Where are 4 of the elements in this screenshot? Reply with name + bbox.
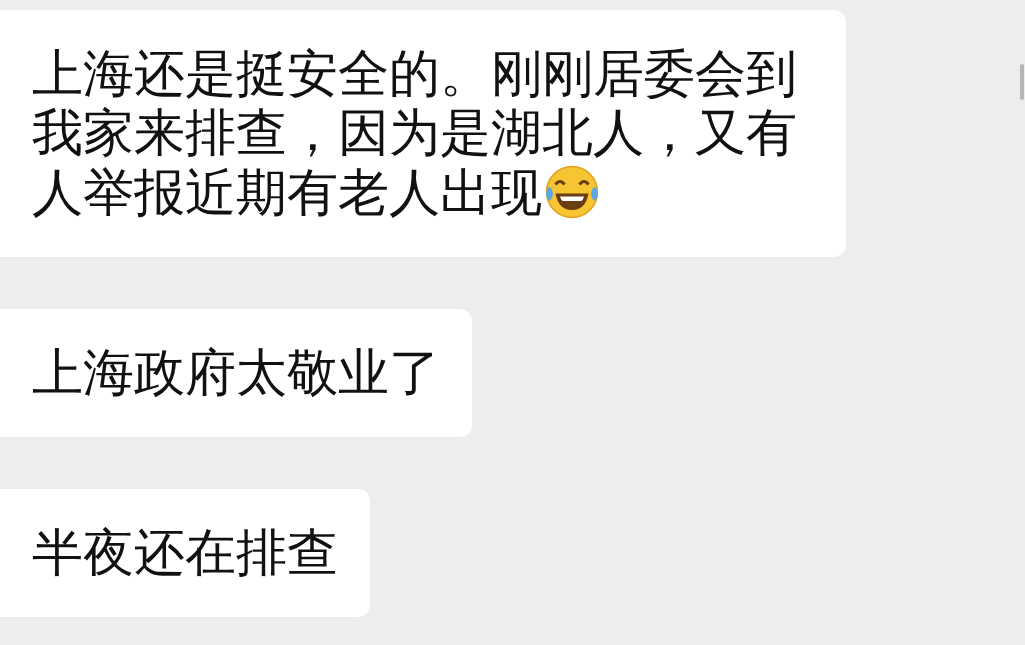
message-text: 上海政府太敬业了 — [32, 343, 440, 402]
message-text: 上海还是挺安全的。刚刚居委会到我家来排查，因为是湖北人，又有人举报近期有老人出现 — [32, 44, 797, 222]
scrollbar[interactable] — [1020, 64, 1024, 100]
message-text: 半夜还在排查 — [32, 523, 338, 582]
